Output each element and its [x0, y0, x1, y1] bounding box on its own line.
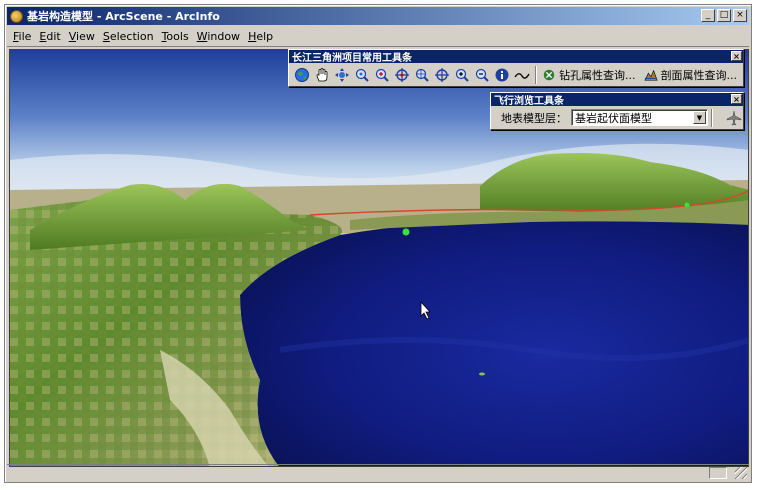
minimize-button[interactable]: _	[701, 9, 715, 22]
drill-point-marker[interactable]	[402, 228, 410, 236]
center-target-icon[interactable]	[432, 65, 451, 85]
fly-toolbar-body: 地表模型层： 基岩起伏面模型 ▼	[491, 106, 743, 129]
project-toolbar-close-button[interactable]: ×	[731, 51, 742, 61]
chevron-down-icon[interactable]: ▼	[692, 111, 706, 124]
section-profile-icon	[643, 69, 658, 81]
title-bar[interactable]: 基岩构造模型 - ArcScene - ArcInfo _ □ ×	[7, 7, 749, 25]
surface-layer-value: 基岩起伏面模型	[575, 111, 652, 125]
section-attribute-query-label: 剖面属性查询...	[660, 68, 738, 82]
navigate-icon[interactable]	[333, 65, 352, 85]
caption-buttons: _ □ ×	[701, 9, 747, 22]
status-pane	[709, 467, 727, 479]
fly-toolbar-title: 飞行浏览工具条	[494, 96, 564, 107]
menu-window[interactable]: Window	[197, 30, 240, 43]
surface-layer-label: 地表模型层：	[501, 111, 567, 125]
arcscene-app-icon[interactable]	[10, 9, 23, 23]
status-bar	[7, 464, 749, 480]
zoom-in-icon[interactable]	[452, 65, 471, 85]
measure-line-icon[interactable]	[512, 65, 531, 85]
zoom-out-icon[interactable]	[472, 65, 491, 85]
resize-grip-icon[interactable]	[735, 467, 747, 479]
toolbar-separator	[710, 108, 713, 127]
menu-selection[interactable]: Selection	[103, 30, 154, 43]
menu-bar: File Edit View Selection Tools Window He…	[7, 27, 749, 47]
drill-attribute-query-label: 钻孔属性查询...	[559, 68, 636, 82]
zoom-in-out-icon[interactable]	[373, 65, 392, 85]
globe-icon[interactable]	[293, 65, 312, 85]
drill-icon	[543, 69, 555, 80]
drill-point-marker[interactable]	[479, 372, 485, 376]
fly-toolbar-close-button[interactable]: ×	[731, 94, 742, 104]
close-button[interactable]: ×	[733, 9, 747, 22]
project-toolbar-body: 钻孔属性查询... 剖面属性查询...	[289, 63, 743, 86]
project-toolbar-titlebar[interactable]: 长江三角洲项目常用工具条 ×	[289, 50, 743, 64]
target-icon[interactable]	[393, 65, 412, 85]
surface-layer-dropdown[interactable]: 基岩起伏面模型 ▼	[571, 109, 708, 126]
zoom-to-target-icon[interactable]	[413, 65, 432, 85]
menu-view[interactable]: View	[69, 30, 95, 43]
identify-icon[interactable]	[492, 65, 511, 85]
menu-help[interactable]: Help	[248, 30, 273, 43]
zoom-extent-icon[interactable]	[353, 65, 372, 85]
drill-attribute-query-button[interactable]: 钻孔属性查询...	[542, 67, 636, 83]
window-title: 基岩构造模型 - ArcScene - ArcInfo	[27, 10, 220, 23]
menu-edit[interactable]: Edit	[39, 30, 60, 43]
maximize-button[interactable]: □	[717, 9, 731, 22]
fly-through-toolbar: 飞行浏览工具条 × 地表模型层： 基岩起伏面模型 ▼	[490, 92, 744, 130]
section-attribute-query-button[interactable]: 剖面属性查询...	[643, 67, 738, 83]
pan-hand-icon[interactable]	[313, 65, 332, 85]
water-body	[240, 216, 748, 466]
project-toolbar-title: 长江三角洲项目常用工具条	[292, 53, 412, 64]
menu-tools[interactable]: Tools	[162, 30, 189, 43]
drill-point-marker[interactable]	[684, 202, 690, 208]
fly-button[interactable]	[726, 109, 743, 127]
toolbar-separator	[535, 65, 538, 84]
project-toolbar: 长江三角洲项目常用工具条 × 钻孔属性查询... 剖面属性查询...	[288, 49, 744, 87]
fly-airplane-icon	[727, 110, 742, 125]
fly-toolbar-titlebar[interactable]: 飞行浏览工具条 ×	[491, 93, 743, 107]
menu-file[interactable]: File	[13, 30, 31, 43]
